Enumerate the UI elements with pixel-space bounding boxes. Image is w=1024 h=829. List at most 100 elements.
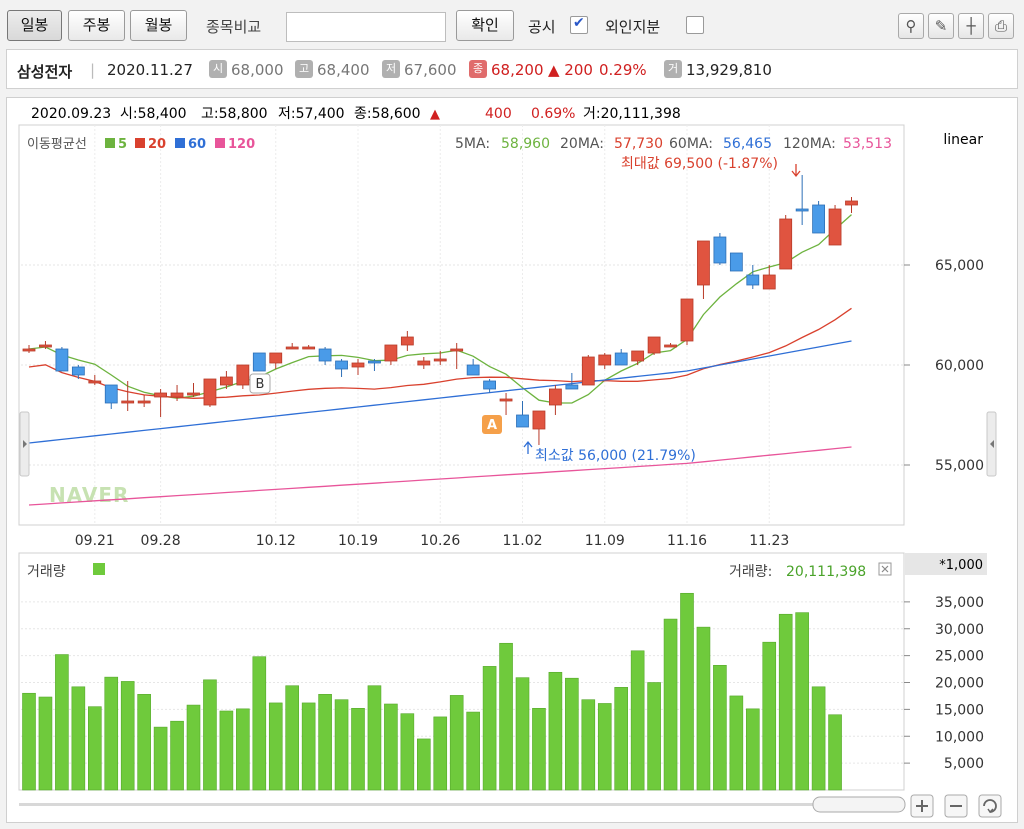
hover-close: 종:58,600 bbox=[354, 106, 421, 122]
min-label: 최소값 56,000 (21.79%) bbox=[535, 448, 696, 464]
price-x-tick-label: 10.26 bbox=[420, 533, 460, 549]
hover-arrow: ▲ bbox=[430, 107, 440, 122]
candle-body bbox=[433, 358, 447, 362]
volume-bar bbox=[548, 671, 563, 791]
candle-body bbox=[269, 352, 283, 364]
print-icon[interactable]: ⎙ bbox=[988, 13, 1014, 39]
volume-unit-label: *1,000 bbox=[939, 558, 983, 573]
volume-bar bbox=[137, 694, 151, 791]
scroll-track[interactable] bbox=[19, 803, 904, 806]
volume-bar bbox=[581, 699, 596, 791]
quote-high: 68,400 bbox=[317, 61, 370, 79]
zoom-out-button[interactable] bbox=[944, 794, 968, 818]
volume-bar bbox=[713, 664, 727, 791]
candle bbox=[779, 215, 793, 270]
volume-bar bbox=[811, 686, 826, 791]
volume-bar bbox=[55, 654, 69, 791]
ma120-value: 53,513 bbox=[843, 136, 892, 152]
price-y-tick-label: 65,000 bbox=[935, 258, 984, 274]
volume-bar bbox=[219, 710, 234, 791]
candle-body bbox=[762, 274, 776, 290]
ma5-value: 58,960 bbox=[501, 136, 550, 152]
low-tag: 저 bbox=[382, 60, 400, 78]
candle bbox=[647, 336, 661, 355]
legend-swatch-120 bbox=[215, 138, 225, 148]
candle-body bbox=[516, 414, 529, 428]
candle bbox=[812, 201, 825, 234]
volume-bar bbox=[334, 699, 349, 791]
volume-bar bbox=[663, 618, 678, 791]
hover-volume: 거:20,111,398 bbox=[583, 106, 681, 122]
volume-bar bbox=[433, 716, 448, 791]
high-tag: 고 bbox=[295, 60, 313, 78]
volume-bar bbox=[285, 685, 300, 791]
candle-body bbox=[828, 208, 842, 246]
weekly-button[interactable]: 주봉 bbox=[68, 10, 125, 41]
price-x-tick-label: 11.09 bbox=[585, 533, 625, 549]
refresh-button[interactable] bbox=[978, 794, 1002, 818]
pin-icon[interactable]: ⚲ bbox=[898, 13, 924, 39]
volume-tag: 거 bbox=[664, 60, 682, 78]
candle-body bbox=[680, 298, 694, 342]
marker-b[interactable]: B bbox=[249, 373, 271, 394]
volume-bar bbox=[778, 613, 793, 791]
legend-swatch-60 bbox=[175, 138, 185, 148]
price-x-tick-label: 09.28 bbox=[141, 533, 181, 549]
candle-body bbox=[55, 348, 69, 372]
candle-body bbox=[22, 348, 36, 352]
close-icon[interactable] bbox=[878, 562, 892, 576]
stock-name: 삼성전자 bbox=[17, 63, 73, 81]
marker-b-label: B bbox=[256, 377, 265, 392]
volume-bar bbox=[647, 682, 661, 791]
hover-high: 고:58,800 bbox=[201, 106, 268, 122]
candle-body bbox=[154, 392, 168, 398]
daily-button[interactable]: 일봉 bbox=[7, 10, 62, 41]
volume-bar bbox=[762, 641, 777, 791]
volume-bar bbox=[22, 692, 36, 791]
draw-icon[interactable]: ✎ bbox=[928, 13, 954, 39]
monthly-button[interactable]: 월봉 bbox=[130, 10, 187, 41]
volume-bar bbox=[565, 677, 579, 791]
quote-date: 2020.11.27 bbox=[107, 61, 193, 79]
candle-body bbox=[845, 200, 858, 206]
volume-bar bbox=[351, 707, 365, 791]
price-x-tick-label: 09.21 bbox=[75, 533, 115, 549]
volume-bar bbox=[745, 708, 760, 791]
confirm-button[interactable]: 확인 bbox=[456, 10, 514, 41]
scroll-thumb[interactable] bbox=[812, 796, 906, 813]
divider: | bbox=[90, 61, 96, 79]
hover-date: 2020.09.23 bbox=[31, 106, 111, 122]
compare-input[interactable] bbox=[286, 12, 446, 42]
hover-change-pct: 0.69% bbox=[531, 106, 575, 122]
candle-body bbox=[812, 204, 825, 234]
candle bbox=[55, 347, 69, 372]
legend-swatch-5 bbox=[105, 138, 115, 148]
volume-bar bbox=[515, 677, 530, 791]
ma20-label: 20MA: bbox=[560, 136, 604, 152]
legend-swatch-20 bbox=[135, 138, 145, 148]
chart-svg[interactable]: 2020.09.23 시:58,400 고:58,800 저:57,400 종:… bbox=[7, 98, 1019, 824]
disclosure-checkbox[interactable] bbox=[570, 15, 588, 34]
volume-bar bbox=[630, 650, 645, 791]
volume-series-label: 거래량 bbox=[27, 564, 66, 580]
disclosure-label: 공시 bbox=[528, 18, 556, 36]
zoom-in-button[interactable] bbox=[910, 794, 934, 818]
right-collapse-handle[interactable] bbox=[986, 411, 997, 477]
candle-body bbox=[384, 344, 398, 362]
quote-change: ▲ 200 bbox=[548, 61, 593, 79]
candle-body bbox=[631, 350, 645, 362]
marker-a[interactable]: A bbox=[482, 415, 502, 434]
cursor-icon[interactable]: ┼ bbox=[958, 13, 984, 39]
foreign-checkbox[interactable] bbox=[686, 16, 704, 34]
legend-label-20: 20 bbox=[148, 137, 166, 152]
hover-change: 400 bbox=[485, 106, 512, 122]
volume-bar bbox=[795, 612, 809, 791]
candle bbox=[713, 233, 727, 265]
max-label: 최대값 69,500 (-1.87%) bbox=[621, 156, 778, 172]
volume-bar bbox=[416, 738, 431, 791]
candle bbox=[236, 364, 250, 389]
left-collapse-handle[interactable] bbox=[19, 411, 30, 477]
candle bbox=[203, 378, 217, 407]
volume-bar bbox=[318, 694, 332, 791]
volume-bar bbox=[384, 703, 398, 791]
